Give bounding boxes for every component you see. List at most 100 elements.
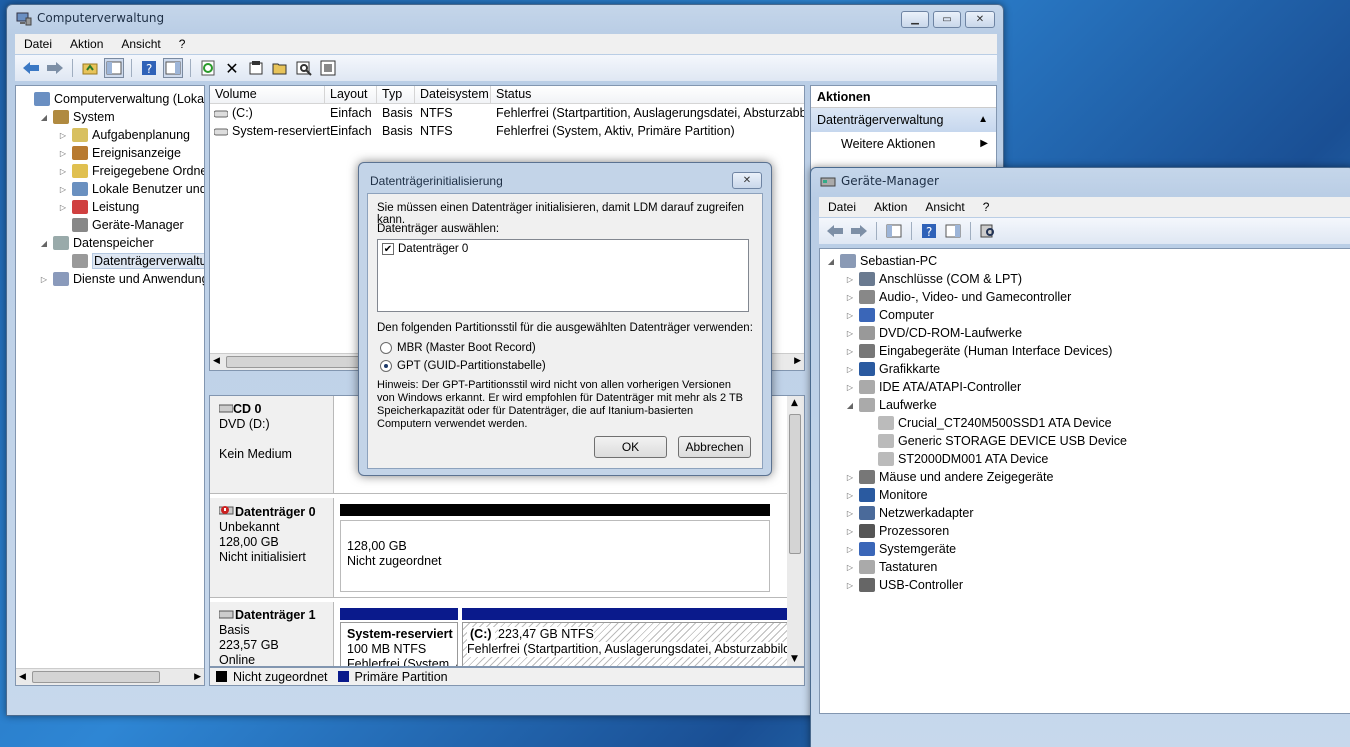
device-tree-item[interactable]: ▷ Audio-, Video- und Gamecontroller: [845, 288, 1071, 306]
close-button[interactable]: ✕: [965, 11, 995, 28]
tree-item[interactable]: ◢ Datenspeicher: [39, 234, 154, 252]
settings-button[interactable]: [318, 58, 338, 78]
device-tree-item[interactable]: ▷ DVD/CD-ROM-Laufwerke: [845, 324, 1022, 342]
expander-icon[interactable]: ◢: [826, 257, 836, 266]
scroll-thumb[interactable]: [32, 671, 160, 683]
more-actions-item[interactable]: Weitere Aktionen ▶: [811, 132, 996, 156]
scroll-thumb[interactable]: [789, 414, 801, 554]
device-tree-item[interactable]: ▷ Systemgeräte: [845, 540, 956, 558]
column-layout[interactable]: Layout: [325, 86, 377, 104]
title-bar[interactable]: Geräte-Manager: [811, 168, 1350, 198]
expander-icon[interactable]: ▷: [58, 131, 68, 140]
help-button[interactable]: ?: [919, 221, 939, 241]
device-tree-item[interactable]: Crucial_CT240M500SSD1 ATA Device: [864, 414, 1112, 432]
expander-icon[interactable]: ▷: [845, 311, 855, 320]
search-button[interactable]: [294, 58, 314, 78]
tree-item[interactable]: ◢ System: [39, 108, 115, 126]
tree-item[interactable]: Computerverwaltung (Lokal): [20, 90, 204, 108]
maximize-button[interactable]: ▭: [933, 11, 961, 28]
open-button[interactable]: [270, 58, 290, 78]
device-tree-item[interactable]: ▷ Prozessoren: [845, 522, 949, 540]
gpt-radio[interactable]: [380, 360, 392, 372]
unallocated-partition[interactable]: 128,00 GB Nicht zugeordnet: [340, 520, 770, 592]
device-tree-item[interactable]: ▷ Grafikkarte: [845, 360, 940, 378]
forward-button[interactable]: [849, 221, 869, 241]
menu-ansicht[interactable]: Ansicht: [112, 37, 169, 51]
expander-icon[interactable]: ▷: [845, 293, 855, 302]
forward-button[interactable]: [45, 58, 65, 78]
device-tree-item[interactable]: ▷ Anschlüsse (COM & LPT): [845, 270, 1022, 288]
column-dateisystem[interactable]: Dateisystem: [415, 86, 491, 104]
cancel-button[interactable]: Abbrechen: [678, 436, 751, 458]
menu-ansicht[interactable]: Ansicht: [916, 200, 973, 214]
expander-icon[interactable]: ▷: [845, 545, 855, 554]
device-tree-item[interactable]: Generic STORAGE DEVICE USB Device: [864, 432, 1127, 450]
minimize-button[interactable]: ▁: [901, 11, 929, 28]
show-hide-action-pane-button[interactable]: [163, 58, 183, 78]
show-hide-tree-button[interactable]: [884, 221, 904, 241]
partition-c[interactable]: (C:) 223,47 GB NTFS Fehlerfrei (Startpar…: [462, 622, 788, 666]
menu-help[interactable]: ?: [170, 37, 195, 51]
expander-icon[interactable]: ▷: [845, 383, 855, 392]
device-tree-item[interactable]: ◢ Laufwerke: [845, 396, 937, 414]
tree-item[interactable]: ▷ Dienste und Anwendungen: [39, 270, 204, 288]
tree-item[interactable]: Datenträgerverwaltung: [58, 252, 204, 270]
dialog-close-button[interactable]: ✕: [732, 172, 762, 189]
properties-button[interactable]: [246, 58, 266, 78]
disk-row-0[interactable]: Datenträger 0 Unbekannt 128,00 GB Nicht …: [210, 498, 790, 598]
mbr-radio[interactable]: [380, 342, 392, 354]
device-tree-item[interactable]: ▷ Netzwerkadapter: [845, 504, 974, 522]
disk-checkbox[interactable]: ✔: [382, 243, 394, 255]
expander-icon[interactable]: ▷: [845, 473, 855, 482]
menu-datei[interactable]: Datei: [15, 37, 61, 51]
expander-icon[interactable]: ▷: [845, 329, 855, 338]
menu-aktion[interactable]: Aktion: [61, 37, 112, 51]
properties-button[interactable]: [943, 221, 963, 241]
scroll-thumb[interactable]: [226, 356, 366, 368]
tree-horizontal-scrollbar[interactable]: ◀ ▶: [16, 668, 204, 685]
device-tree-item[interactable]: ▷ Computer: [845, 306, 934, 324]
actions-section[interactable]: Datenträgerverwaltung ▲: [811, 108, 996, 132]
expander-icon[interactable]: ▷: [845, 509, 855, 518]
gpt-option[interactable]: GPT (GUID-Partitionstabelle): [380, 360, 546, 372]
menu-datei[interactable]: Datei: [819, 200, 865, 214]
expander-icon[interactable]: ▷: [58, 203, 68, 212]
table-row[interactable]: (C:) Einfach Basis NTFS Fehlerfrei (Star…: [210, 105, 804, 123]
table-row[interactable]: System-reserviert Einfach Basis NTFS Feh…: [210, 123, 804, 141]
mbr-option[interactable]: MBR (Master Boot Record): [380, 342, 536, 354]
menu-help[interactable]: ?: [974, 200, 999, 214]
expander-icon[interactable]: ◢: [39, 239, 49, 248]
device-tree-item[interactable]: ▷ Monitore: [845, 486, 928, 504]
expander-icon[interactable]: ▷: [845, 527, 855, 536]
up-folder-button[interactable]: [80, 58, 100, 78]
column-status[interactable]: Status: [491, 86, 804, 104]
device-tree-item[interactable]: ▷ USB-Controller: [845, 576, 963, 594]
scan-hardware-button[interactable]: [978, 221, 998, 241]
expander-icon[interactable]: ◢: [845, 401, 855, 410]
refresh-button[interactable]: [198, 58, 218, 78]
tree-item[interactable]: Geräte-Manager: [58, 216, 184, 234]
expander-icon[interactable]: ◢: [39, 113, 49, 122]
expander-icon[interactable]: ▷: [58, 185, 68, 194]
disk-list-item[interactable]: ✔ Datenträger 0: [382, 243, 468, 255]
expander-icon[interactable]: ▷: [845, 275, 855, 284]
tree-item[interactable]: ▷ Freigegebene Ordner: [58, 162, 204, 180]
device-tree-item[interactable]: ▷ Mäuse und andere Zeigegeräte: [845, 468, 1053, 486]
expander-icon[interactable]: ▷: [845, 581, 855, 590]
show-hide-tree-button[interactable]: [104, 58, 124, 78]
help-button[interactable]: ?: [139, 58, 159, 78]
expander-icon[interactable]: ▷: [845, 563, 855, 572]
tree-item[interactable]: ▷ Ereignisanzeige: [58, 144, 181, 162]
expander-icon[interactable]: ▷: [39, 275, 49, 284]
tree-item[interactable]: ▷ Aufgabenplanung: [58, 126, 190, 144]
device-tree-item[interactable]: ST2000DM001 ATA Device: [864, 450, 1048, 468]
device-tree-item[interactable]: ◢ Sebastian-PC: [826, 252, 937, 270]
column-typ[interactable]: Typ: [377, 86, 415, 104]
tree-item[interactable]: ▷ Lokale Benutzer und Gruppen: [58, 180, 204, 198]
delete-button[interactable]: ✕: [222, 58, 242, 78]
disk-listbox[interactable]: ✔ Datenträger 0: [377, 239, 749, 312]
device-tree-item[interactable]: ▷ Eingabegeräte (Human Interface Devices): [845, 342, 1112, 360]
back-button[interactable]: [825, 221, 845, 241]
title-bar[interactable]: Computerverwaltung ▁ ▭ ✕: [7, 5, 1003, 35]
expander-icon[interactable]: ▷: [845, 491, 855, 500]
